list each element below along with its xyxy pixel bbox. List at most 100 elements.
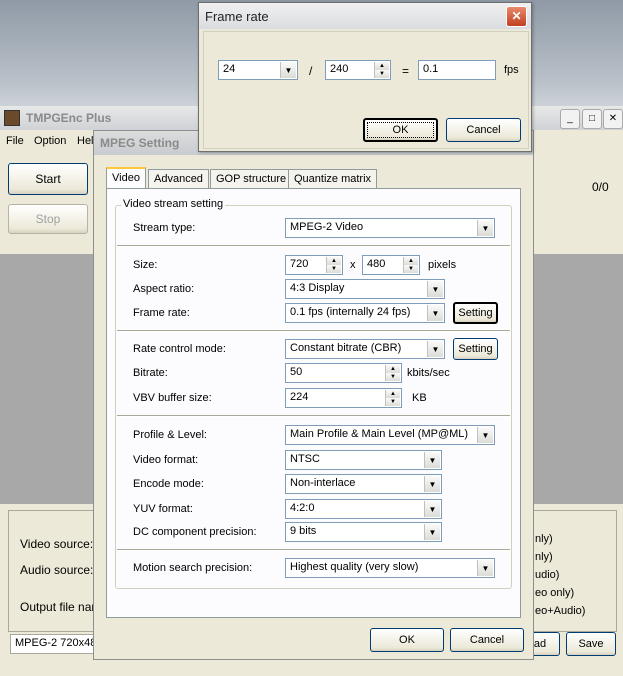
frame-rate-select[interactable]: 0.1 fps (internally 24 fps) ▼	[285, 303, 445, 323]
chevron-down-icon[interactable]: ▼	[280, 62, 296, 78]
rate-control-select[interactable]: Constant bitrate (CBR) ▼	[285, 339, 445, 359]
bitrate-spinner[interactable]: 50 ▲ ▼	[285, 363, 402, 383]
chevron-down-icon[interactable]: ▼	[424, 452, 440, 468]
height-value: 480	[367, 258, 386, 270]
close-icon[interactable]: ✕	[506, 6, 527, 27]
fps-unit: fps	[504, 64, 519, 76]
chevron-down-icon[interactable]: ▼	[477, 560, 493, 576]
bitrate-label: Bitrate:	[133, 367, 168, 379]
chevron-down-icon[interactable]: ▼	[427, 341, 443, 357]
vbv-spinner[interactable]: 224 ▲ ▼	[285, 388, 402, 408]
chevron-down-icon[interactable]: ▼	[427, 305, 443, 321]
size-label: Size:	[133, 259, 158, 271]
divider	[117, 245, 510, 247]
size-unit: pixels	[428, 259, 457, 271]
motion-search-label: Motion search precision:	[133, 562, 253, 574]
video-format-label: Video format:	[133, 454, 199, 466]
frame-rate-ok-button[interactable]: OK	[363, 118, 438, 142]
chevron-down-icon[interactable]: ▼	[424, 476, 440, 492]
bitrate-value: 50	[290, 366, 303, 378]
denominator-spinner[interactable]: 240 ▲ ▼	[325, 60, 391, 80]
option-item[interactable]: udio)	[535, 569, 559, 581]
frame-rate-cancel-button[interactable]: Cancel	[446, 118, 521, 142]
tab-advanced[interactable]: Advanced	[148, 169, 209, 189]
menu-file[interactable]: File	[6, 135, 24, 147]
dc-precision-select[interactable]: 9 bits ▼	[285, 522, 442, 542]
menu-option[interactable]: Option	[34, 135, 66, 147]
profile-select[interactable]: Main Profile & Main Level (MP@ML) ▼	[285, 425, 495, 445]
bitrate-unit: kbits/sec	[407, 367, 450, 379]
yuv-format-select[interactable]: 4:2:0 ▼	[285, 499, 442, 519]
height-spinner[interactable]: 480 ▲ ▼	[362, 255, 420, 275]
maximize-icon[interactable]: □	[582, 109, 602, 129]
stop-button[interactable]: Stop	[8, 204, 88, 234]
rate-control-label: Rate control mode:	[133, 343, 226, 355]
vbv-unit: KB	[412, 392, 427, 404]
mpeg-setting-dialog: MPEG Setting Video Advanced GOP structur…	[93, 130, 534, 660]
frame-rate-titlebar: Frame rate ✕	[199, 3, 531, 29]
yuv-format-value: 4:2:0	[290, 502, 315, 514]
output-file-label: Output file nam	[20, 600, 102, 614]
rate-control-value: Constant bitrate (CBR)	[290, 342, 402, 354]
progress-count: 0/0	[592, 180, 609, 194]
start-button[interactable]: Start	[8, 163, 88, 195]
chevron-down-icon[interactable]: ▼	[477, 427, 493, 443]
encode-mode-select[interactable]: Non-interlace ▼	[285, 474, 442, 494]
aspect-ratio-label: Aspect ratio:	[133, 283, 195, 295]
main-title: TMPGEnc Plus	[26, 111, 112, 125]
profile-value: Main Profile & Main Level (MP@ML)	[290, 428, 469, 440]
aspect-ratio-select[interactable]: 4:3 Display ▼	[285, 279, 445, 299]
spinner-arrows-icon[interactable]: ▲ ▼	[326, 257, 341, 273]
tab-quantize-matrix[interactable]: Quantize matrix	[288, 169, 378, 189]
size-x-label: x	[350, 259, 356, 271]
spinner-arrows-icon[interactable]: ▲ ▼	[385, 390, 400, 406]
equals-label: =	[402, 64, 410, 78]
stream-type-select[interactable]: MPEG-2 Video ▼	[285, 218, 495, 238]
video-source-label: Video source:	[20, 537, 94, 551]
dc-precision-value: 9 bits	[290, 525, 317, 537]
divider	[117, 415, 510, 417]
fps-result-field[interactable]: 0.1	[418, 60, 496, 80]
encode-mode-label: Encode mode:	[133, 478, 204, 490]
spinner-arrows-icon[interactable]: ▲ ▼	[403, 257, 418, 273]
rate-control-setting-button[interactable]: Setting	[453, 338, 498, 360]
spinner-arrows-icon[interactable]: ▲ ▼	[385, 365, 400, 381]
tab-gop-structure[interactable]: GOP structure	[210, 169, 293, 189]
minimize-icon[interactable]: _	[560, 109, 580, 129]
profile-label: Profile & Level:	[133, 429, 207, 441]
numerator-select[interactable]: 24 ▼	[218, 60, 298, 80]
tab-panel: Video stream setting Stream type: MPEG-2…	[106, 188, 521, 618]
frame-rate-setting-button[interactable]: Setting	[453, 302, 498, 324]
aspect-ratio-value: 4:3 Display	[290, 282, 345, 294]
status-field: MPEG-2 720x48	[10, 634, 100, 654]
mpeg-ok-button[interactable]: OK	[370, 628, 444, 652]
tab-video[interactable]: Video	[106, 167, 146, 190]
motion-search-value: Highest quality (very slow)	[290, 561, 419, 573]
frame-rate-dialog-title: Frame rate	[205, 8, 269, 24]
motion-search-select[interactable]: Highest quality (very slow) ▼	[285, 558, 495, 578]
frame-rate-label: Frame rate:	[133, 307, 190, 319]
divider	[117, 330, 510, 332]
width-value: 720	[290, 258, 309, 270]
option-item[interactable]: eo only)	[535, 587, 574, 599]
denominator-value: 240	[330, 63, 349, 75]
frame-rate-dialog: Frame rate ✕ 24 ▼ / 240 ▲ ▼ = 0.1 fps OK …	[198, 2, 532, 152]
mpeg-cancel-button[interactable]: Cancel	[450, 628, 524, 652]
slash-label: /	[309, 64, 313, 78]
option-item[interactable]: eo+Audio)	[535, 605, 585, 617]
option-item[interactable]: nly)	[535, 533, 553, 545]
vbv-label: VBV buffer size:	[133, 392, 212, 404]
tab-strip: Video Advanced GOP structure Quantize ma…	[106, 167, 526, 190]
video-format-select[interactable]: NTSC ▼	[285, 450, 442, 470]
menu-help[interactable]: Hel	[77, 135, 94, 147]
spinner-arrows-icon[interactable]: ▲ ▼	[374, 62, 389, 78]
audio-source-label: Audio source:	[20, 563, 94, 577]
option-item[interactable]: nly)	[535, 551, 553, 563]
chevron-down-icon[interactable]: ▼	[427, 281, 443, 297]
save-button[interactable]: Save	[566, 632, 616, 656]
chevron-down-icon[interactable]: ▼	[477, 220, 493, 236]
width-spinner[interactable]: 720 ▲ ▼	[285, 255, 343, 275]
close-icon[interactable]: ✕	[603, 109, 623, 129]
chevron-down-icon[interactable]: ▼	[424, 501, 440, 517]
chevron-down-icon[interactable]: ▼	[424, 524, 440, 540]
